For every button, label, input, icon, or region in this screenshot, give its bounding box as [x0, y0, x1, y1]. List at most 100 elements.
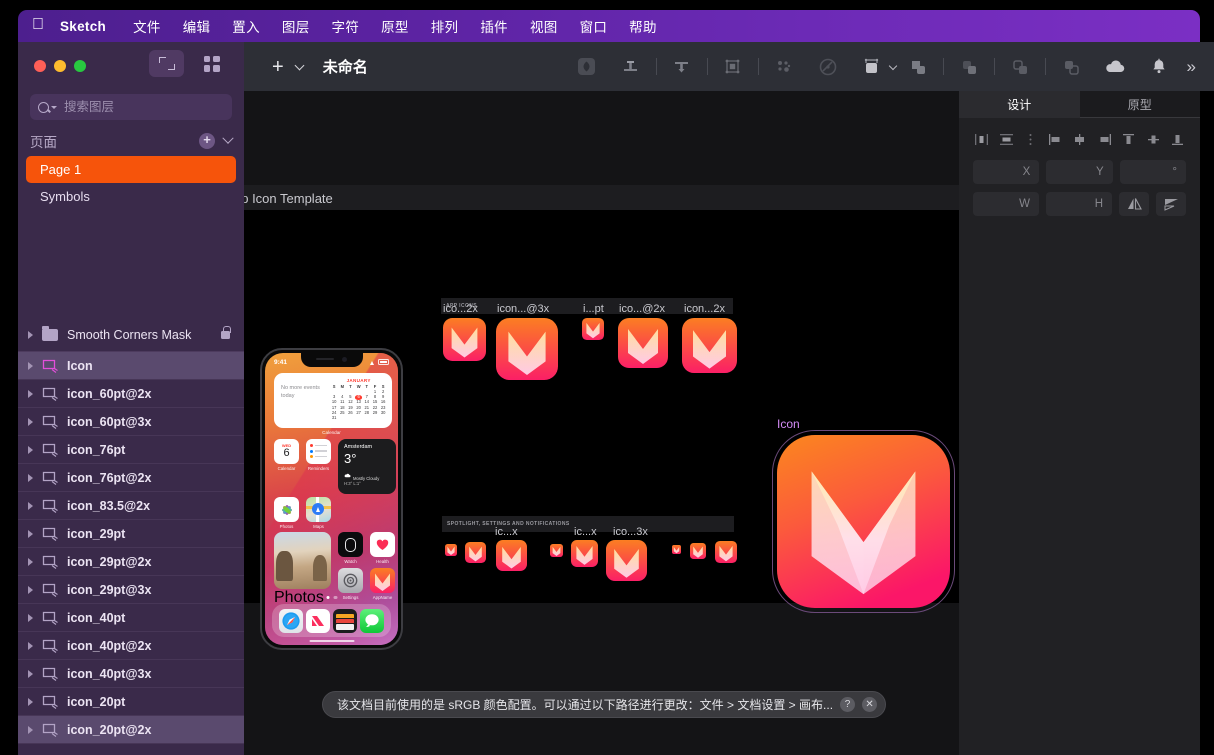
- layer-row-icon-20pt-2x[interactable]: icon_20pt@2x: [18, 716, 244, 744]
- app-icon-template-artboard[interactable]: 9:41 No more events today JANUARY: [244, 210, 959, 603]
- add-page-button[interactable]: +: [199, 133, 215, 149]
- minimize-window-button[interactable]: [54, 60, 66, 72]
- align-left-icon[interactable]: [1047, 132, 1064, 147]
- insert-button[interactable]: +: [272, 57, 284, 77]
- search-input[interactable]: [64, 100, 224, 114]
- chevron-right-icon[interactable]: [28, 418, 33, 426]
- more-options-icon[interactable]: [1022, 132, 1039, 147]
- rotation-field[interactable]: °: [1120, 160, 1186, 184]
- chevron-right-icon[interactable]: [28, 530, 33, 538]
- layer-row-icon-76pt[interactable]: icon_76pt: [18, 436, 244, 464]
- app-icon-health[interactable]: Health: [370, 532, 395, 564]
- toolbar-overflow-button[interactable]: »: [1187, 57, 1196, 77]
- layer-row-icon-40pt-2x[interactable]: icon_40pt@2x: [18, 632, 244, 660]
- document-title[interactable]: 未命名: [323, 56, 368, 77]
- chevron-right-icon[interactable]: [28, 642, 33, 650]
- page-item-symbols[interactable]: Symbols: [26, 183, 236, 210]
- menu-item-help[interactable]: 帮助: [618, 16, 668, 36]
- cloud-button[interactable]: [1093, 52, 1137, 82]
- dock-icon-messages[interactable]: [360, 609, 384, 633]
- insert-caret-icon[interactable]: [294, 60, 304, 70]
- layer-row-icon-40pt[interactable]: icon_40pt: [18, 604, 244, 632]
- align-right-icon[interactable]: [1096, 132, 1113, 147]
- icon-artboard-60pt-2x[interactable]: [443, 318, 486, 361]
- close-toast-button[interactable]: ✕: [862, 697, 877, 712]
- chevron-right-icon[interactable]: [28, 446, 33, 454]
- app-icon-photos[interactable]: Photos: [274, 497, 299, 529]
- chevron-down-icon[interactable]: [222, 133, 233, 144]
- icon-label-2[interactable]: i...pt: [583, 303, 604, 315]
- icon-artboard-20pt[interactable]: [672, 545, 681, 554]
- distribute-button[interactable]: [660, 52, 704, 82]
- dock-icon-safari[interactable]: [279, 609, 303, 633]
- chevron-right-icon[interactable]: [28, 726, 33, 734]
- icon-label-r2-2[interactable]: ico...3x: [613, 526, 648, 538]
- menu-item-view[interactable]: 视图: [519, 16, 569, 36]
- chevron-right-icon[interactable]: [28, 390, 33, 398]
- page-dots[interactable]: [326, 596, 337, 600]
- tab-design[interactable]: 设计: [959, 91, 1080, 118]
- chevron-right-icon[interactable]: [28, 558, 33, 566]
- align-distribute-horizontal-icon[interactable]: [973, 132, 990, 147]
- group-selection-button[interactable]: [711, 52, 755, 82]
- menu-item-layer[interactable]: 图层: [271, 16, 321, 36]
- icon-artboard-40pt-3x[interactable]: [606, 540, 647, 581]
- icon-artboard-20pt-3x[interactable]: [715, 541, 737, 563]
- align-distribute-vertical-icon[interactable]: [998, 132, 1015, 147]
- layer-row-icon-29pt[interactable]: icon_29pt: [18, 520, 244, 548]
- layer-row-icon-29pt-2x[interactable]: icon_29pt@2x: [18, 548, 244, 576]
- app-icon-appname[interactable]: AppName: [370, 568, 395, 600]
- icon-artboard-83-5-2x[interactable]: [682, 318, 737, 373]
- grid-view-button[interactable]: [194, 50, 229, 77]
- app-icon-settings[interactable]: Settings: [338, 568, 363, 600]
- icon-artboard-76pt[interactable]: [582, 318, 604, 340]
- icon-artboard-29pt[interactable]: [445, 544, 457, 556]
- big-icon-artboard-title[interactable]: Icon: [777, 417, 950, 431]
- icon-artboard-29pt-2x[interactable]: [465, 542, 486, 563]
- menu-item-window[interactable]: 窗口: [569, 16, 619, 36]
- icon-artboard-40pt-2x[interactable]: [571, 540, 598, 567]
- icon-artboard-29pt-3x[interactable]: [496, 540, 527, 571]
- align-middle-vertical-icon[interactable]: [1145, 132, 1162, 147]
- icon-label-r2-1[interactable]: ic...x: [574, 526, 597, 538]
- chevron-right-icon[interactable]: [28, 614, 33, 622]
- icon-label-0[interactable]: ico...2x: [443, 303, 478, 315]
- canvas-view-button[interactable]: [149, 50, 184, 77]
- menu-item-text[interactable]: 字符: [321, 16, 371, 36]
- design-canvas[interactable]: pp Icon Template 9:41: [244, 91, 959, 755]
- apple-logo-icon[interactable]: : [32, 17, 44, 33]
- height-field[interactable]: H: [1046, 192, 1112, 216]
- intersect-button[interactable]: [998, 52, 1042, 82]
- help-button[interactable]: ?: [840, 697, 855, 712]
- maximize-window-button[interactable]: [74, 60, 86, 72]
- search-layers-field[interactable]: [30, 94, 232, 120]
- menu-item-edit[interactable]: 编辑: [172, 16, 222, 36]
- layer-row-icon-20pt[interactable]: icon_20pt: [18, 688, 244, 716]
- app-icon-reminders[interactable]: Reminders: [306, 439, 331, 471]
- chevron-right-icon[interactable]: [28, 331, 33, 339]
- layer-row-icon-76pt-2x[interactable]: icon_76pt@2x: [18, 464, 244, 492]
- align-bottom-icon[interactable]: [1169, 132, 1186, 147]
- chevron-right-icon[interactable]: [28, 502, 33, 510]
- layer-row-icon-60pt-3x[interactable]: icon_60pt@3x: [18, 408, 244, 436]
- layer-row-icon-83-5-2x[interactable]: icon_83.5@2x: [18, 492, 244, 520]
- icon-artboard-76pt-2x[interactable]: [618, 318, 668, 368]
- layer-row-icon-29pt-3x[interactable]: icon_29pt@3x: [18, 576, 244, 604]
- chevron-right-icon[interactable]: [28, 670, 33, 678]
- search-options-caret-icon[interactable]: [51, 106, 57, 109]
- tab-prototype[interactable]: 原型: [1080, 91, 1201, 118]
- chevron-right-icon[interactable]: [28, 362, 33, 370]
- icon-label-r2-0[interactable]: ic...x: [495, 526, 518, 538]
- subtract-button[interactable]: [947, 52, 991, 82]
- chevron-right-icon[interactable]: [28, 586, 33, 594]
- icon-label-3[interactable]: ico...@2x: [619, 303, 665, 315]
- menu-item-file[interactable]: 文件: [122, 16, 172, 36]
- menu-item-insert[interactable]: 置入: [221, 16, 271, 36]
- flip-horizontal-button[interactable]: [1119, 192, 1149, 216]
- chevron-right-icon[interactable]: [28, 698, 33, 706]
- artboard-title[interactable]: pp Icon Template: [244, 191, 333, 206]
- scale-button[interactable]: [762, 52, 806, 82]
- align-top-button[interactable]: [609, 52, 653, 82]
- y-field[interactable]: Y: [1046, 160, 1112, 184]
- app-icon-maps[interactable]: Maps: [306, 497, 331, 529]
